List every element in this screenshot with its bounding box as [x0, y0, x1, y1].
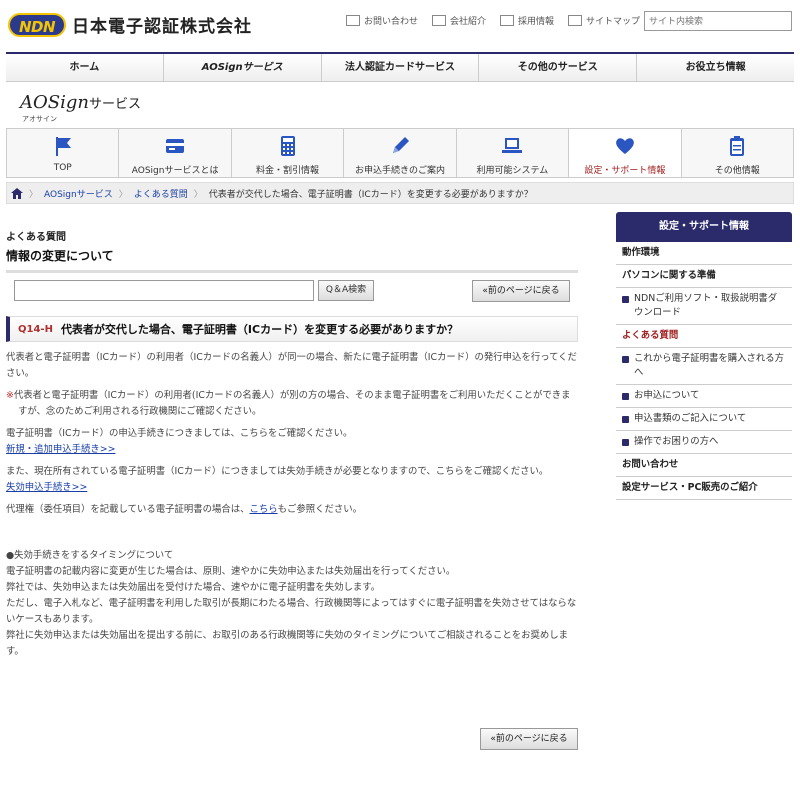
gnav-home[interactable]: ホーム: [6, 54, 164, 81]
back-button-top[interactable]: «前のページに戻る: [472, 280, 570, 302]
breadcrumb-separator: 〉: [118, 189, 128, 200]
breadcrumb: 〉 AOSignサービス 〉 よくある質問 〉 代表者が交代した場合、電子証明書…: [6, 182, 794, 204]
side-item-setup-service[interactable]: 設定サービス・PC販売のご紹介: [616, 477, 792, 500]
page-title: 情報の変更について: [6, 247, 578, 273]
gnav-corporate-card[interactable]: 法人認証カードサービス: [322, 54, 480, 81]
new-application-link[interactable]: 新規・追加申込手続き>>: [6, 444, 115, 455]
heart-icon: [615, 138, 634, 154]
mail-icon: [345, 15, 360, 26]
site-logo[interactable]: NDN 日本電子認証株式会社: [8, 12, 252, 37]
answer-paragraph: 代理権（委任項目）を記載している電子証明書の場合は、こちらもご参照ください。: [6, 504, 363, 515]
flag-icon: [55, 137, 71, 156]
question-text: 代表者が交代した場合、電子証明書（ICカード）を変更する必要がありますか？: [60, 323, 459, 336]
subnav-support[interactable]: 設定・サポート情報: [569, 129, 682, 177]
question-code: Q14-H: [18, 323, 53, 335]
service-title: AOSignサービス: [20, 92, 141, 113]
breadcrumb-separator: 〉: [29, 189, 39, 200]
side-item-faq[interactable]: よくある質問: [616, 325, 792, 348]
subnav-application[interactable]: お申込手続きのご案内: [344, 129, 457, 177]
gnav-other-services[interactable]: その他のサービス: [479, 54, 638, 81]
subnav-about[interactable]: AOSignサービスとは: [119, 129, 232, 177]
pen-icon: [392, 137, 409, 153]
service-reading: アオサイン: [22, 115, 57, 123]
revocation-link-row: 失効申込手続き>>: [6, 480, 578, 496]
contact-link[interactable]: お問い合わせ: [345, 14, 418, 27]
revocation-link[interactable]: 失効申込手続き>>: [6, 482, 87, 493]
side-menu: 設定・サポート情報 動作環境 パソコンに関する準備 NDNご利用ソフト・取扱説明…: [616, 212, 792, 500]
sitemap-link[interactable]: サイトマップ: [567, 14, 640, 27]
laptop-icon: [502, 138, 523, 153]
side-item-new-buyers[interactable]: これから電子証明書を購入される方へ: [616, 348, 792, 385]
side-item-environment[interactable]: 動作環境: [616, 242, 792, 265]
home-icon[interactable]: [11, 187, 23, 199]
card-icon: [166, 139, 185, 153]
proxy-reference-link[interactable]: こちら: [249, 504, 277, 515]
sitemap-icon: [567, 15, 582, 26]
main-content: よくある質問 情報の変更について Q＆A検索 «前のページに戻る Q14-H 代…: [6, 228, 578, 750]
breadcrumb-current: 代表者が交代した場合、電子証明書（ICカード）を変更する必要がありますか？: [208, 189, 533, 200]
subnav-top[interactable]: TOP: [7, 129, 120, 177]
calculator-icon: [280, 136, 295, 156]
side-item-contact[interactable]: お問い合わせ: [616, 454, 792, 477]
question-heading: Q14-H 代表者が交代した場合、電子証明書（ICカード）を変更する必要がありま…: [6, 316, 578, 342]
timing-line: ただし、電子入札など、電子証明書を利用した取引が長期にわたる場合、行政機関等によ…: [6, 598, 577, 625]
new-application-link-row: 新規・追加申込手続き>>: [6, 442, 578, 458]
answer-note: ※代表者と電子証明書（ICカード）の利用者(ICカードの名義人）が別の方の場合、…: [6, 390, 571, 417]
global-nav: ホーム AOSignサービス 法人認証カードサービス その他のサービス お役立ち…: [6, 52, 794, 82]
qa-search-input[interactable]: [14, 280, 314, 301]
ndn-logo-badge: NDN: [8, 12, 66, 37]
service-subnav: TOP AOSignサービスとは 料金・割引情報 お申込手続きのご案内 利用可能…: [6, 128, 794, 178]
timing-title: ●失効手続きをするタイミングについて: [6, 550, 174, 561]
side-item-forms[interactable]: 申込書類のご記入について: [616, 408, 792, 431]
qa-search-button[interactable]: Q＆A検索: [318, 280, 374, 301]
building-icon: [431, 15, 446, 26]
timing-line: 電子証明書の記載内容に変更が生じた場合は、原則、速やかに失効申込または失効届出を…: [6, 566, 456, 577]
side-item-pc-prep[interactable]: パソコンに関する準備: [616, 265, 792, 288]
timing-line: 弊社に失効申込または失効届出を提出する前に、お取引のある行政機関等に失効のタイミ…: [6, 630, 568, 657]
answer-paragraph: 電子証明書（ICカード）の申込手続きにつきましては、こちらをご確認ください。: [6, 428, 353, 439]
utility-links: お問い合わせ 会社紹介 採用情報 サイトマップ: [345, 14, 640, 27]
person-icon: [499, 15, 514, 26]
breadcrumb-separator: 〉: [193, 189, 203, 200]
back-button-bottom[interactable]: «前のページに戻る: [480, 728, 578, 750]
faq-label: よくある質問: [6, 232, 66, 243]
side-item-download[interactable]: NDNご利用ソフト・取扱説明書ダウンロード: [616, 288, 792, 325]
breadcrumb-faq[interactable]: よくある質問: [134, 187, 188, 200]
company-link[interactable]: 会社紹介: [431, 14, 486, 27]
side-item-application[interactable]: お申込について: [616, 385, 792, 408]
site-search-input[interactable]: [644, 11, 792, 31]
recruit-link[interactable]: 採用情報: [499, 14, 554, 27]
company-name: 日本電子認証株式会社: [72, 17, 252, 37]
subnav-pricing[interactable]: 料金・割引情報: [232, 129, 345, 177]
answer-body: 代表者と電子証明書（ICカード）の利用者（ICカードの名義人）が同一の場合、新た…: [6, 350, 578, 660]
clipboard-icon: [730, 136, 745, 156]
side-item-operation-help[interactable]: 操作でお困りの方へ: [616, 431, 792, 454]
subnav-systems[interactable]: 利用可能システム: [457, 129, 570, 177]
gnav-useful-info[interactable]: お役立ち情報: [637, 54, 794, 81]
gnav-aosign[interactable]: AOSignサービス: [164, 54, 322, 81]
subnav-other[interactable]: その他情報: [682, 129, 793, 177]
side-menu-heading: 設定・サポート情報: [616, 212, 792, 242]
timing-line: 弊社では、失効申込または失効届出を受付けた場合、速やかに電子証明書を失効します。: [6, 582, 381, 593]
breadcrumb-aosign[interactable]: AOSignサービス: [44, 187, 113, 200]
answer-paragraph: また、現在所有されている電子証明書（ICカード）につきましては失効手続きが必要と…: [6, 466, 549, 477]
site-header: NDN 日本電子認証株式会社 お問い合わせ 会社紹介 採用情報 サイトマップ: [0, 0, 800, 44]
qa-search-row: Q＆A検索 «前のページに戻る: [14, 280, 570, 302]
answer-paragraph: 代表者と電子証明書（ICカード）の利用者（ICカードの名義人）が同一の場合、新た…: [6, 352, 577, 379]
timing-section: ●失効手続きをするタイミングについて 電子証明書の記載内容に変更が生じた場合は、…: [6, 548, 578, 660]
